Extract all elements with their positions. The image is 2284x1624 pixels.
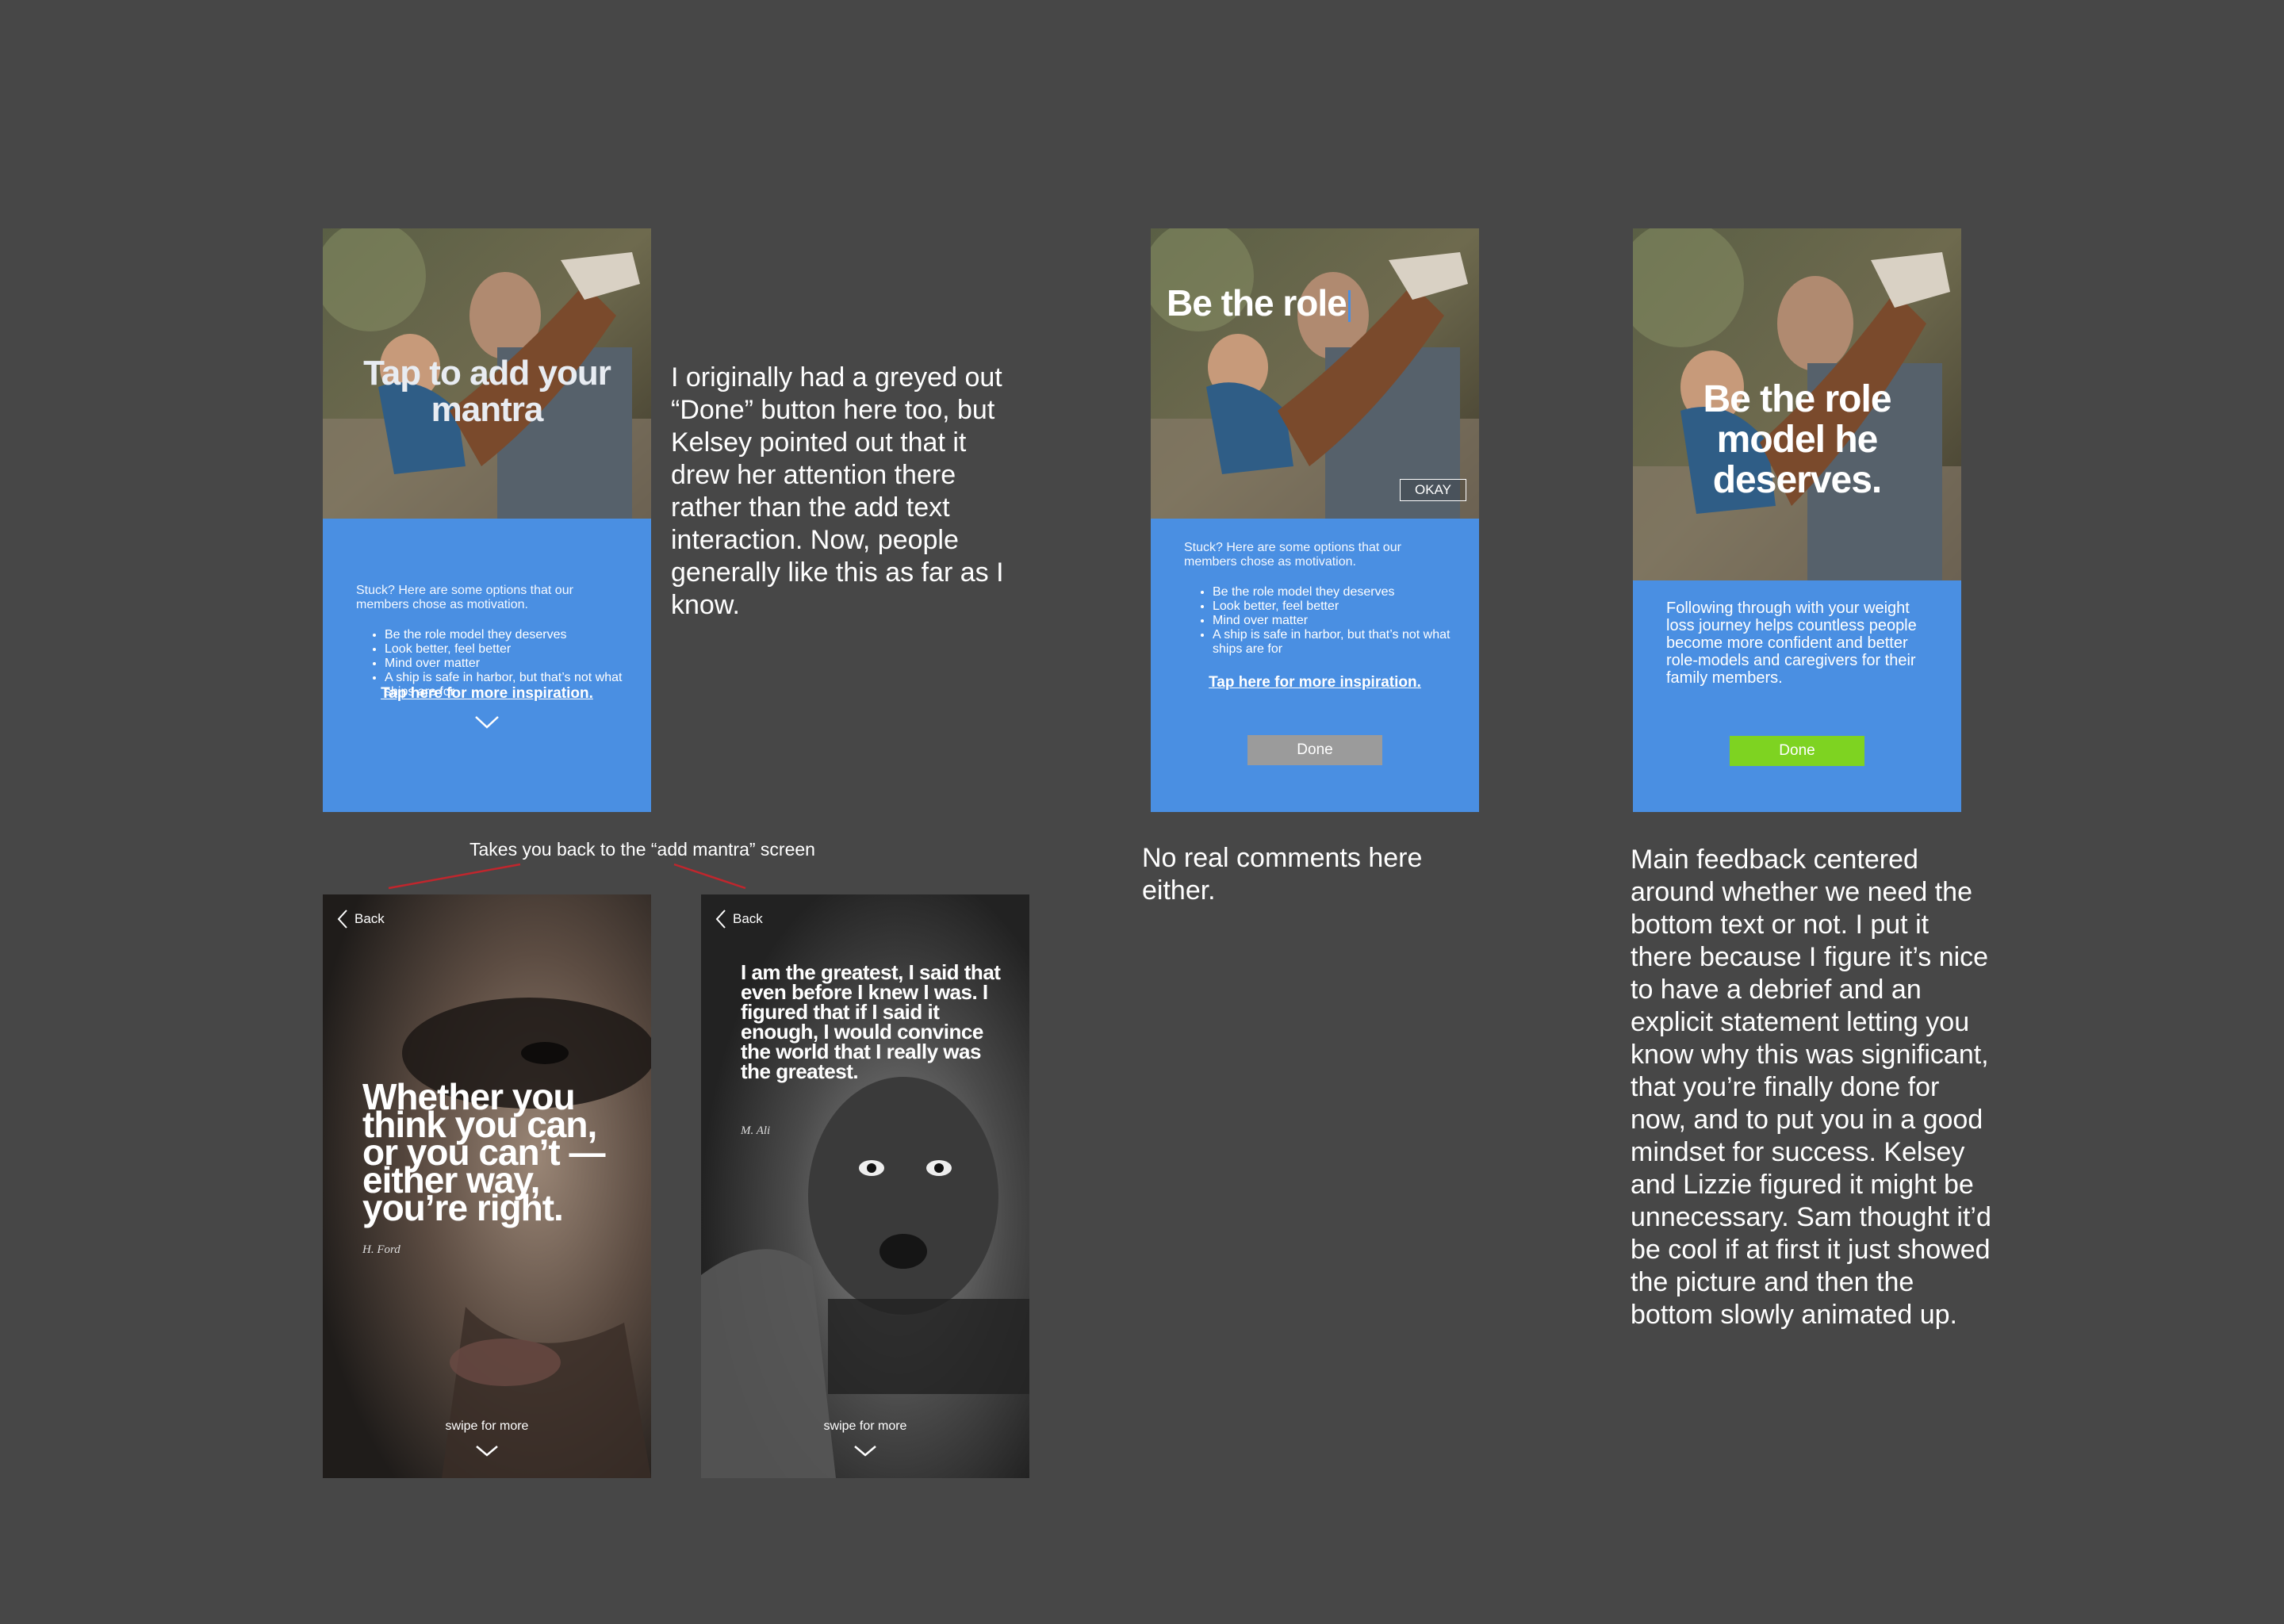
swipe-hint: swipe for more [445,1419,529,1433]
options-list: Be the role model they deserves Look bet… [1184,585,1474,657]
quote-text: I am the greatest, I said that even befo… [741,960,1001,1083]
back-button[interactable]: Back [337,909,385,929]
chevron-down-icon[interactable] [323,1445,651,1457]
quote-screen-ford: Back Whether you think you can, or you c… [323,894,651,1478]
okay-button[interactable]: OKAY [1400,479,1466,501]
quote-text: Whether you think you can, or you can’t … [362,1076,605,1228]
inspiration-link[interactable]: Tap here for more inspiration. [323,685,651,703]
quote-author: M. Ali [741,1124,771,1137]
typing-mantra-screen: Be the role OKAY Stuck? Here are some op… [1151,228,1479,812]
family-photo: Tap to add your mantra [323,228,651,519]
option-item[interactable]: Mind over matter [385,657,646,671]
debrief-text: Following through with your weight loss … [1666,599,1917,687]
inspiration-link[interactable]: Tap here for more inspiration. [1151,674,1479,691]
quote-author: H. Ford [362,1243,400,1256]
option-item[interactable]: Look better, feel better [1213,599,1474,614]
stuck-text: Stuck? Here are some options that our me… [1184,541,1401,569]
chevron-left-icon [715,910,726,929]
suggestions-panel: Stuck? Here are some options that our me… [323,519,651,812]
option-item[interactable]: A ship is safe in harbor, but that’s not… [1213,628,1474,657]
chevron-down-icon[interactable] [701,1445,1029,1457]
option-item[interactable]: Mind over matter [1213,614,1474,628]
text-cursor [1347,289,1351,322]
stuck-text: Stuck? Here are some options that our me… [356,584,573,611]
option-item[interactable]: Look better, feel better [385,642,646,657]
add-mantra-screen: Tap to add your mantra Stuck? Here are s… [323,228,651,812]
mantra-complete-screen: Be the role model he deserves. Following… [1633,228,1961,812]
chevron-left-icon [337,910,347,929]
suggestions-panel: Stuck? Here are some options that our me… [1151,519,1479,812]
debrief-panel: Following through with your weight loss … [1633,580,1961,812]
back-label: Back [354,911,385,926]
family-photo: Be the role OKAY [1151,228,1479,519]
mantra-text: Be the role model he deserves. [1703,378,1891,501]
design-note-1: I originally had a greyed out “Done” but… [671,362,1004,620]
option-item[interactable]: Be the role model they deserves [1213,585,1474,599]
back-button[interactable]: Back [715,909,763,929]
mantra-input[interactable]: Be the role [1167,284,1351,322]
chevron-down-icon[interactable] [323,715,651,730]
typed-text: Be the role [1167,282,1347,324]
back-label: Back [733,911,763,926]
quote-screen-ali: Back I am the greatest, I said that even… [701,894,1029,1478]
done-button[interactable]: Done [1247,735,1382,765]
mantra-placeholder[interactable]: Tap to add your mantra [339,354,635,428]
design-note-2: No real comments here either. [1142,843,1423,906]
done-button[interactable]: Done [1730,736,1864,766]
swipe-hint: swipe for more [823,1419,907,1433]
option-item[interactable]: Be the role model they deserves [385,628,646,642]
annotation-lines [388,863,746,890]
family-photo: Be the role model he deserves. [1633,228,1961,580]
design-note-3: Main feedback centered around whether we… [1631,845,1991,1330]
